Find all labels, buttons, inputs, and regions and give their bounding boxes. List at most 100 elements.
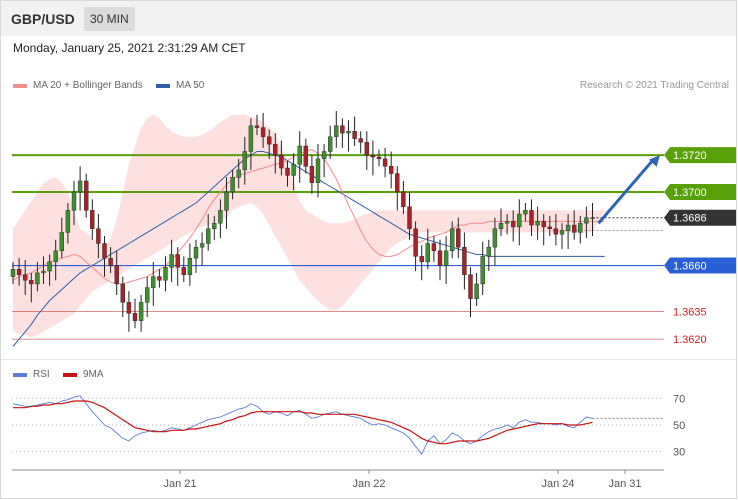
rsi-tick-70: 70 bbox=[673, 393, 685, 405]
candle-body bbox=[395, 173, 400, 193]
rsi-tick-50: 50 bbox=[673, 420, 685, 432]
candle-body bbox=[218, 210, 223, 224]
candle-body bbox=[382, 158, 388, 167]
candle-body bbox=[498, 223, 504, 229]
candle-body bbox=[565, 224, 571, 231]
candle-body bbox=[504, 221, 510, 224]
candle-body bbox=[370, 154, 376, 158]
rsi-series-9ma bbox=[13, 400, 593, 445]
level-label-text: 1.3660 bbox=[673, 261, 707, 273]
candle-body bbox=[199, 243, 205, 248]
candle-body bbox=[450, 228, 455, 252]
candle-body bbox=[267, 136, 272, 145]
candle-body bbox=[443, 250, 449, 266]
candle-body bbox=[468, 274, 473, 299]
candle-body bbox=[23, 274, 28, 281]
candle-body bbox=[230, 177, 235, 193]
candle-body bbox=[474, 283, 479, 299]
candle-body bbox=[285, 167, 290, 176]
candle-body bbox=[144, 287, 150, 303]
candle-body bbox=[523, 210, 528, 215]
candle-body bbox=[71, 191, 77, 211]
candle-body bbox=[547, 226, 552, 229]
candle-body bbox=[511, 221, 516, 228]
candle-body bbox=[175, 254, 180, 268]
candle-body bbox=[16, 269, 22, 275]
candle-body bbox=[303, 145, 308, 167]
candle-body bbox=[584, 217, 589, 224]
candle-body bbox=[35, 272, 40, 285]
candle-body bbox=[413, 228, 418, 257]
bollinger-band bbox=[13, 114, 605, 338]
candle-body bbox=[77, 180, 83, 193]
candle-body bbox=[334, 125, 339, 137]
candle-body bbox=[181, 267, 187, 275]
candle-body bbox=[254, 125, 260, 128]
candle-body bbox=[169, 254, 174, 268]
candle-body bbox=[102, 243, 107, 259]
candle-body bbox=[328, 136, 333, 152]
candle-body bbox=[273, 143, 278, 156]
candle-body bbox=[126, 302, 132, 314]
candle-body bbox=[590, 217, 595, 219]
candle-body bbox=[41, 270, 46, 274]
candle-body bbox=[132, 313, 138, 321]
level-label-text: 1.3686 bbox=[673, 213, 707, 225]
candle-body bbox=[572, 224, 577, 233]
level-label-1-3635: 1.3635 bbox=[673, 307, 707, 319]
candle-body bbox=[419, 256, 424, 263]
candle-body bbox=[340, 125, 345, 134]
candle-body bbox=[462, 246, 467, 275]
candle-body bbox=[321, 151, 327, 160]
candle-body bbox=[492, 228, 498, 248]
candle-body bbox=[315, 158, 321, 183]
chart-canvas[interactable]: 1.3720 1.3700 1.3686 1.3660 1.3635 1.3620 70 50… bbox=[0, 0, 738, 500]
candle-body bbox=[279, 154, 284, 169]
candle-body bbox=[376, 156, 382, 160]
x-tick-label: Jan 24 bbox=[541, 478, 574, 490]
level-label-1-3686: 1.3686 bbox=[664, 209, 736, 226]
candle-body bbox=[65, 210, 71, 233]
x-tick-label: Jan 31 bbox=[608, 478, 641, 490]
level-label-text: 1.3700 bbox=[673, 187, 707, 199]
candle-body bbox=[358, 138, 363, 143]
candle-body bbox=[553, 228, 559, 235]
candle-body bbox=[205, 228, 211, 244]
candle-body bbox=[425, 243, 430, 263]
candle-body bbox=[236, 169, 241, 178]
candle-body bbox=[297, 145, 302, 165]
candle-body bbox=[193, 246, 199, 259]
candle-body bbox=[53, 250, 58, 263]
level-label-1-3620: 1.3620 bbox=[673, 334, 707, 346]
candle-body bbox=[248, 125, 254, 152]
candle-body bbox=[346, 131, 351, 134]
candle-body bbox=[212, 223, 217, 229]
candle-body bbox=[401, 191, 406, 207]
candle-body bbox=[59, 232, 64, 252]
candle-body bbox=[242, 151, 248, 171]
candle-body bbox=[163, 267, 168, 281]
candle-body bbox=[486, 246, 491, 257]
candle-body bbox=[578, 223, 583, 233]
candle-body bbox=[364, 142, 369, 156]
candle-body bbox=[456, 228, 461, 248]
candle-body bbox=[431, 243, 437, 252]
candle-body bbox=[559, 230, 565, 235]
candle-body bbox=[108, 257, 113, 266]
candle-body bbox=[352, 131, 357, 139]
rsi-tick-30: 30 bbox=[673, 447, 685, 459]
candle-body bbox=[291, 164, 296, 176]
candle-body bbox=[407, 206, 412, 229]
candle-body bbox=[480, 256, 485, 285]
candle-body bbox=[437, 250, 443, 266]
candle-body bbox=[541, 221, 546, 228]
candle-body bbox=[389, 166, 394, 174]
candle-body bbox=[96, 228, 101, 244]
candle-body bbox=[114, 265, 119, 285]
candle-body bbox=[157, 276, 162, 281]
candle-body bbox=[517, 213, 522, 228]
candle-body bbox=[224, 191, 229, 211]
candle-body bbox=[535, 221, 540, 226]
x-tick-label: Jan 22 bbox=[352, 478, 385, 490]
candle-body bbox=[83, 180, 89, 211]
